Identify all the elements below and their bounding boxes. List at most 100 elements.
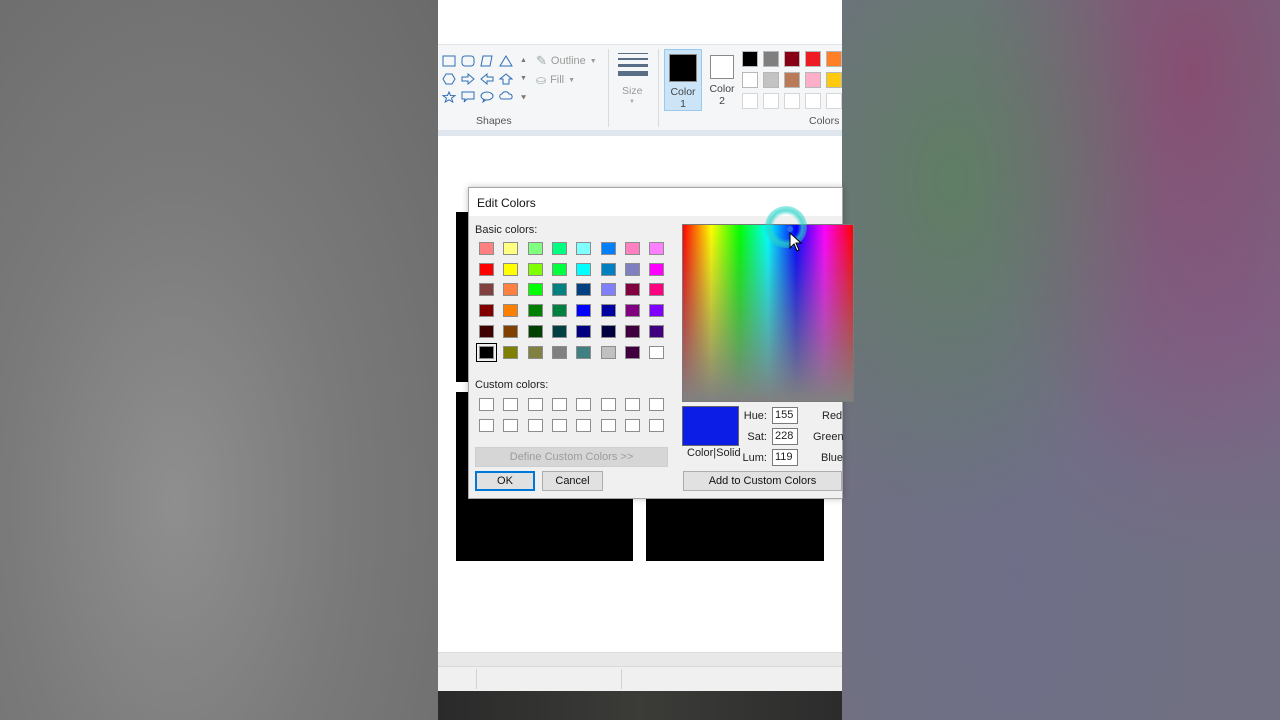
basic-color-swatch[interactable] <box>600 304 616 318</box>
basic-color-swatch[interactable] <box>527 324 543 338</box>
basic-color-swatch[interactable] <box>551 345 567 359</box>
palette-swatch[interactable] <box>742 93 758 109</box>
palette-swatch[interactable] <box>826 93 842 109</box>
palette-swatch[interactable] <box>784 93 800 109</box>
basic-color-swatch[interactable] <box>551 283 567 297</box>
palette-swatch[interactable] <box>763 72 779 88</box>
hue-field[interactable]: 155 <box>772 407 798 424</box>
oval-callout-shape-icon[interactable] <box>480 91 494 104</box>
shapes-gallery[interactable]: ▲ ▼ ⯆ <box>438 53 530 107</box>
basic-color-swatch[interactable] <box>649 304 665 318</box>
rect-callout-shape-icon[interactable] <box>461 91 475 103</box>
basic-color-swatch[interactable] <box>624 345 640 359</box>
basic-color-swatch[interactable] <box>576 283 592 297</box>
custom-color-swatch[interactable] <box>503 419 519 432</box>
palette-swatch[interactable] <box>826 72 842 88</box>
custom-color-swatch[interactable] <box>479 419 494 432</box>
cancel-button[interactable]: Cancel <box>542 471 603 491</box>
palette-swatch[interactable] <box>784 72 800 88</box>
basic-color-swatch[interactable] <box>624 304 640 318</box>
add-to-custom-colors-button[interactable]: Add to Custom Colors <box>683 471 842 491</box>
define-custom-colors-button[interactable]: Define Custom Colors >> <box>475 447 668 467</box>
custom-color-swatch[interactable] <box>576 419 592 432</box>
basic-color-swatch[interactable] <box>476 342 497 362</box>
custom-color-swatch[interactable] <box>527 419 543 432</box>
basic-color-swatch[interactable] <box>600 345 616 359</box>
palette-swatch[interactable] <box>742 72 758 88</box>
basic-color-swatch[interactable] <box>551 242 567 255</box>
palette-swatch[interactable] <box>826 51 842 67</box>
horizontal-scrollbar[interactable] <box>438 652 842 667</box>
basic-color-swatch[interactable] <box>576 324 592 338</box>
basic-color-swatch[interactable] <box>503 324 519 338</box>
custom-color-swatch[interactable] <box>479 398 494 411</box>
custom-color-swatch[interactable] <box>624 398 640 411</box>
hexagon-shape-icon[interactable] <box>442 73 456 85</box>
left-arrow-shape-icon[interactable] <box>480 72 494 86</box>
basic-color-swatch[interactable] <box>624 283 640 297</box>
ok-button[interactable]: OK <box>475 471 535 491</box>
custom-color-swatch[interactable] <box>649 419 665 432</box>
basic-color-swatch[interactable] <box>600 283 616 297</box>
basic-color-swatch[interactable] <box>649 262 665 276</box>
basic-color-swatch[interactable] <box>649 242 665 255</box>
basic-color-swatch[interactable] <box>527 283 543 297</box>
basic-color-swatch[interactable] <box>649 283 665 297</box>
gallery-scroll-up-icon[interactable]: ▲ <box>520 57 527 64</box>
right-arrow-shape-icon[interactable] <box>461 72 475 86</box>
custom-color-swatch[interactable] <box>649 398 665 411</box>
cloud-callout-shape-icon[interactable] <box>499 91 513 103</box>
basic-color-swatch[interactable] <box>551 324 567 338</box>
custom-color-swatch[interactable] <box>551 398 567 411</box>
palette-swatch[interactable] <box>805 93 821 109</box>
basic-color-swatch[interactable] <box>649 324 665 338</box>
custom-color-swatch[interactable] <box>503 398 519 411</box>
palette-swatch[interactable] <box>805 51 821 67</box>
custom-color-swatch[interactable] <box>576 398 592 411</box>
basic-color-swatch[interactable] <box>624 324 640 338</box>
size-button[interactable]: Size ▼ <box>612 47 652 111</box>
sat-field[interactable]: 228 <box>772 428 798 445</box>
rounded-rectangle-shape-icon[interactable] <box>461 55 475 67</box>
basic-color-swatch[interactable] <box>503 262 519 276</box>
basic-color-swatch[interactable] <box>551 304 567 318</box>
basic-color-swatch[interactable] <box>576 242 592 255</box>
basic-color-swatch[interactable] <box>600 262 616 276</box>
basic-color-swatch[interactable] <box>576 345 592 359</box>
gallery-expand-icon[interactable]: ⯆ <box>520 93 527 104</box>
palette-swatch[interactable] <box>805 72 821 88</box>
basic-color-swatch[interactable] <box>576 304 592 318</box>
basic-color-swatch[interactable] <box>503 304 519 318</box>
custom-color-swatch[interactable] <box>600 419 616 432</box>
palette-swatch[interactable] <box>763 51 779 67</box>
basic-color-swatch[interactable] <box>551 262 567 276</box>
basic-color-swatch[interactable] <box>479 262 494 276</box>
polygon-shape-icon[interactable] <box>480 55 494 67</box>
outline-button[interactable]: ✎ Outline ▼ <box>536 53 597 69</box>
basic-color-swatch[interactable] <box>503 242 519 255</box>
basic-color-swatch[interactable] <box>479 242 494 255</box>
basic-color-swatch[interactable] <box>624 242 640 255</box>
basic-color-swatch[interactable] <box>479 283 494 297</box>
star-shape-icon[interactable] <box>441 90 457 104</box>
custom-color-swatch[interactable] <box>527 398 543 411</box>
triangle-shape-icon[interactable] <box>499 55 513 67</box>
basic-color-swatch[interactable] <box>527 242 543 255</box>
basic-color-swatch[interactable] <box>600 324 616 338</box>
color-spectrum[interactable] <box>682 224 854 402</box>
basic-color-swatch[interactable] <box>649 345 665 359</box>
palette-swatch[interactable] <box>763 93 779 109</box>
basic-color-swatch[interactable] <box>624 262 640 276</box>
basic-color-swatch[interactable] <box>527 345 543 359</box>
palette-swatch[interactable] <box>742 51 758 67</box>
color2-button[interactable]: Color 2 <box>704 49 740 109</box>
custom-color-swatch[interactable] <box>624 419 640 432</box>
up-arrow-shape-icon[interactable] <box>498 73 514 85</box>
basic-color-swatch[interactable] <box>527 304 543 318</box>
custom-color-swatch[interactable] <box>551 419 567 432</box>
basic-color-swatch[interactable] <box>600 242 616 255</box>
color1-button[interactable]: Color 1 <box>664 49 702 111</box>
basic-color-swatch[interactable] <box>503 345 519 359</box>
basic-color-swatch[interactable] <box>527 262 543 276</box>
rectangle-shape-icon[interactable] <box>442 55 456 67</box>
